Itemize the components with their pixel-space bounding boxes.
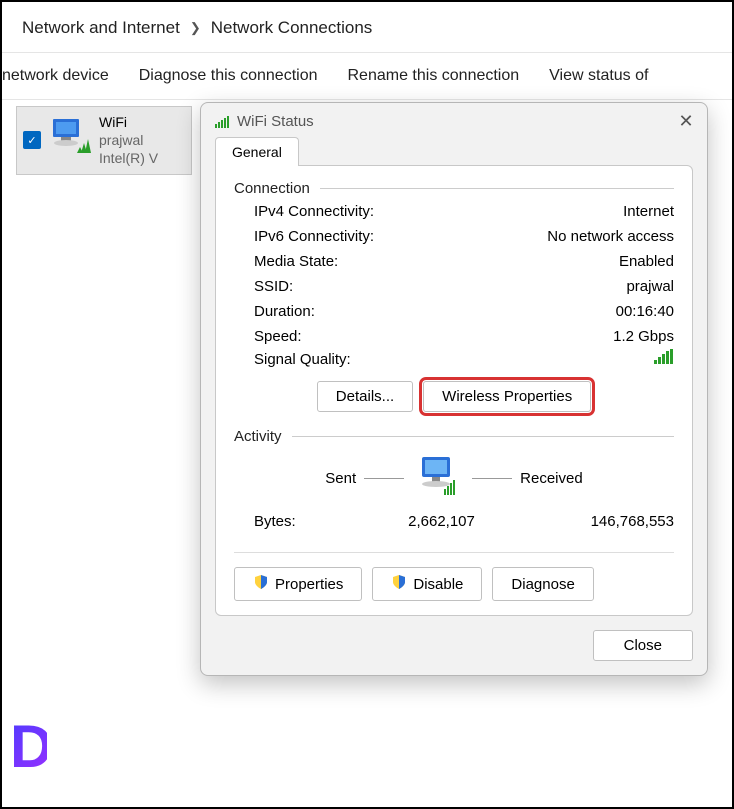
activity-group-label: Activity (234, 428, 674, 445)
toolbar-rename[interactable]: Rename this connection (348, 67, 520, 85)
toolbar: network device Diagnose this connection … (2, 52, 732, 100)
sent-label: Sent (325, 470, 356, 487)
shield-icon (391, 574, 407, 594)
media-state-value: Enabled (619, 253, 674, 270)
properties-button-label: Properties (275, 576, 343, 593)
connection-group-label: Connection (234, 180, 674, 197)
toolbar-diagnose[interactable]: Diagnose this connection (139, 67, 318, 85)
breadcrumb-parent[interactable]: Network and Internet (22, 18, 180, 38)
close-button[interactable]: Close (593, 630, 693, 661)
properties-button[interactable]: Properties (234, 567, 362, 601)
bytes-label: Bytes: (254, 513, 364, 530)
activity-graphic: Sent Received (234, 455, 674, 501)
close-icon[interactable]: ✕ (675, 111, 697, 132)
tab-general[interactable]: General (215, 137, 299, 166)
checkbox-checked-icon[interactable]: ✓ (23, 131, 41, 149)
network-adapter-icon (47, 113, 95, 161)
ipv4-value: Internet (623, 203, 674, 220)
computer-icon (412, 455, 464, 501)
toolbar-network-device[interactable]: network device (2, 67, 109, 85)
ipv6-label: IPv6 Connectivity: (254, 228, 374, 245)
watermark-logo: D (10, 712, 47, 781)
breadcrumb-current[interactable]: Network Connections (211, 18, 373, 38)
ipv4-label: IPv4 Connectivity: (254, 203, 374, 220)
duration-value: 00:16:40 (616, 303, 674, 320)
adapter-ssid: prajwal (99, 131, 158, 149)
wireless-properties-button[interactable]: Wireless Properties (423, 381, 591, 412)
ssid-label: SSID: (254, 278, 293, 295)
disable-button[interactable]: Disable (372, 567, 482, 601)
speed-value: 1.2 Gbps (613, 328, 674, 345)
ipv6-value: No network access (547, 228, 674, 245)
chevron-right-icon: ❯ (190, 20, 201, 36)
bytes-received-value: 146,768,553 (519, 513, 674, 530)
dialog-titlebar: WiFi Status ✕ (201, 103, 707, 136)
details-button[interactable]: Details... (317, 381, 413, 412)
toolbar-view-status[interactable]: View status of (549, 67, 648, 85)
diagnose-button[interactable]: Diagnose (492, 567, 593, 601)
shield-icon (253, 574, 269, 594)
speed-label: Speed: (254, 328, 302, 345)
ssid-value: prajwal (626, 278, 674, 295)
adapter-driver: Intel(R) V (99, 149, 158, 167)
bytes-sent-value: 2,662,107 (364, 513, 519, 530)
breadcrumb: Network and Internet ❯ Network Connectio… (2, 2, 732, 52)
received-label: Received (520, 470, 583, 487)
signal-bars-icon (215, 115, 229, 129)
signal-bars-icon (654, 349, 674, 369)
dialog-panel: Connection IPv4 Connectivity: Internet IP… (215, 165, 693, 616)
signal-quality-label: Signal Quality: (254, 351, 351, 368)
disable-button-label: Disable (413, 576, 463, 593)
dialog-title: WiFi Status (237, 113, 675, 130)
media-state-label: Media State: (254, 253, 338, 270)
wifi-status-dialog: WiFi Status ✕ General Connection IPv4 Co… (200, 102, 708, 676)
adapter-name: WiFi (99, 113, 158, 131)
adapter-item-wifi[interactable]: ✓ WiFi prajwal Intel(R) V (16, 106, 192, 175)
duration-label: Duration: (254, 303, 315, 320)
